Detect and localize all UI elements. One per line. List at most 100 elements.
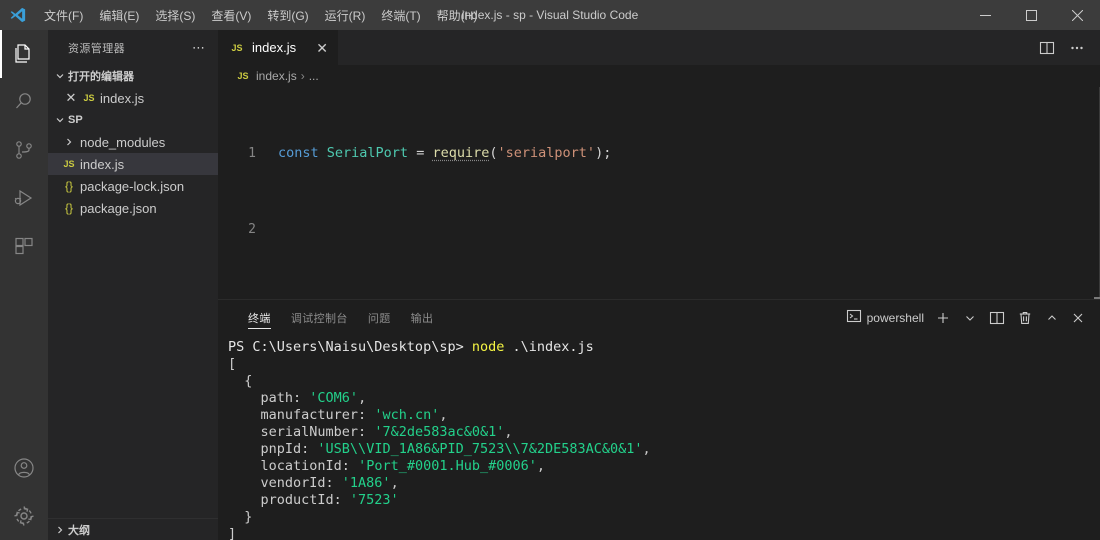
split-editor-icon[interactable] xyxy=(1034,34,1060,62)
tree-item-node-modules[interactable]: node_modules xyxy=(48,131,218,153)
tree-item-package-json[interactable]: {} package.json xyxy=(48,197,218,219)
open-editor-label: index.js xyxy=(100,90,145,106)
tree-item-label: package.json xyxy=(80,200,157,216)
terminal-value: 'Port_#0001.Hub_#0006' xyxy=(358,458,537,474)
close-icon[interactable]: ✕ xyxy=(306,41,328,55)
code-editor[interactable]: 1 const SerialPort = require('serialport… xyxy=(218,87,1100,299)
open-editor-item-index-js[interactable]: ✕ JS index.js xyxy=(48,87,218,109)
explorer-icon[interactable] xyxy=(0,30,48,78)
terminal-value: '7&2de583ac&0&1' xyxy=(374,424,505,440)
terminal-line: { xyxy=(244,373,253,389)
panel-tab-bar: 终端 调试控制台 问题 输出 powershell xyxy=(218,300,1100,335)
menu-file[interactable]: 文件(F) xyxy=(36,0,91,30)
terminal-value: 'USB\\VID_1A86&PID_7523\\7&2DE583AC&0&1' xyxy=(317,441,643,457)
split-terminal-icon[interactable] xyxy=(984,304,1010,332)
terminal-tail: , xyxy=(358,390,367,406)
terminal-key: serialNumber: xyxy=(260,424,375,440)
trash-icon[interactable] xyxy=(1012,304,1038,332)
new-terminal-icon[interactable] xyxy=(930,304,956,332)
terminal-tail: , xyxy=(439,407,448,423)
terminal-tail: , xyxy=(642,441,651,457)
sidebar-title-label: 资源管理器 xyxy=(68,42,125,55)
section-folder-sp[interactable]: SP xyxy=(48,109,218,131)
code-line-3: 3 (async () => { xyxy=(218,296,1100,299)
menu-view[interactable]: 查看(V) xyxy=(203,0,259,30)
vscode-window: 文件(F) 编辑(E) 选择(S) 查看(V) 转到(G) 运行(R) 终端(T… xyxy=(0,0,1100,540)
menu-run[interactable]: 运行(R) xyxy=(317,0,374,30)
menu-selection[interactable]: 选择(S) xyxy=(147,0,203,30)
terminal-tail: , xyxy=(536,458,546,474)
editor-tab-label: index.js xyxy=(252,40,297,55)
tab-problems[interactable]: 问题 xyxy=(358,300,401,335)
code-line-1: 1 const SerialPort = require('serialport… xyxy=(218,144,1100,163)
breadcrumb-rest[interactable]: ... xyxy=(309,69,319,83)
close-icon[interactable]: ✕ xyxy=(62,90,80,106)
json-file-icon: {} xyxy=(64,201,73,215)
panel-toolbar: powershell xyxy=(842,300,1100,335)
js-file-icon: JS xyxy=(83,93,95,103)
terminal-line: } xyxy=(244,509,253,525)
line-number: 1 xyxy=(248,146,256,161)
run-debug-icon[interactable] xyxy=(0,174,48,222)
search-icon[interactable] xyxy=(0,78,48,126)
terminal-icon xyxy=(846,308,862,327)
breadcrumb: JS index.js › ... xyxy=(218,65,1100,87)
terminal-value: 'COM6' xyxy=(309,390,359,406)
tree-item-index-js[interactable]: JS index.js xyxy=(48,153,218,175)
section-open-editors-label: 打开的编辑器 xyxy=(68,71,134,83)
editor-scrollbar-thumb[interactable] xyxy=(1094,297,1100,299)
tab-debug-console[interactable]: 调试控制台 xyxy=(281,300,358,335)
chevron-down-icon[interactable] xyxy=(958,304,982,332)
terminal-key: vendorId: xyxy=(260,475,342,491)
sidebar-header: 资源管理器 ⋯ xyxy=(48,30,218,65)
menu-bar: 文件(F) 编辑(E) 选择(S) 查看(V) 转到(G) 运行(R) 终端(T… xyxy=(36,0,485,30)
minimize-button[interactable] xyxy=(962,0,1008,30)
chevron-right-icon: › xyxy=(300,69,305,83)
editor-tab-bar: JS index.js ✕ xyxy=(218,30,1100,65)
terminal-key: path: xyxy=(260,390,310,406)
sidebar-more-actions-icon[interactable]: ⋯ xyxy=(192,40,210,56)
terminal-selector[interactable]: powershell xyxy=(842,308,928,327)
js-file-icon: JS xyxy=(63,159,75,169)
editor-tab-index-js[interactable]: JS index.js ✕ xyxy=(218,30,338,65)
terminal-key: manufacturer: xyxy=(260,407,375,423)
section-outline[interactable]: 大纲 xyxy=(48,518,218,540)
sidebar-explorer: 资源管理器 ⋯ 打开的编辑器 ✕ JS index.js SP node_mod… xyxy=(48,30,218,540)
section-folder-label: SP xyxy=(68,114,83,126)
section-open-editors[interactable]: 打开的编辑器 xyxy=(48,65,218,87)
code-line-2: 2 xyxy=(218,220,1100,239)
section-outline-label: 大纲 xyxy=(68,524,90,537)
chevron-up-icon[interactable] xyxy=(1040,304,1064,332)
tab-terminal[interactable]: 终端 xyxy=(238,300,281,335)
activity-bar xyxy=(0,30,48,540)
menu-edit[interactable]: 编辑(E) xyxy=(91,0,147,30)
line-number: 3 xyxy=(218,296,260,299)
close-button[interactable] xyxy=(1054,0,1100,30)
menu-go[interactable]: 转到(G) xyxy=(259,0,316,30)
terminal-tail: , xyxy=(390,475,399,491)
terminal-line: [ xyxy=(228,356,237,372)
js-file-icon: JS xyxy=(237,71,249,81)
menu-help[interactable]: 帮助(H) xyxy=(429,0,486,30)
account-icon[interactable] xyxy=(0,444,48,492)
terminal-key: productId: xyxy=(260,492,350,508)
menu-terminal[interactable]: 终端(T) xyxy=(373,0,428,30)
maximize-button[interactable] xyxy=(1008,0,1054,30)
line-text: (async () => { xyxy=(260,296,392,299)
line-number: 2 xyxy=(248,222,256,237)
settings-gear-icon[interactable] xyxy=(0,492,48,540)
terminal-tail: , xyxy=(504,424,513,440)
title-bar: 文件(F) 编辑(E) 选择(S) 查看(V) 转到(G) 运行(R) 终端(T… xyxy=(0,0,1100,30)
terminal-shell-label: powershell xyxy=(866,310,924,325)
close-panel-icon[interactable] xyxy=(1066,304,1090,332)
tab-output[interactable]: 输出 xyxy=(401,300,444,335)
editor-area: JS index.js ✕ JS index.js › ... 1 const … xyxy=(218,30,1100,540)
tree-item-package-lock-json[interactable]: {} package-lock.json xyxy=(48,175,218,197)
terminal-value: '1A86' xyxy=(341,475,391,491)
more-actions-icon[interactable] xyxy=(1064,34,1090,62)
source-control-icon[interactable] xyxy=(0,126,48,174)
extensions-icon[interactable] xyxy=(0,222,48,270)
terminal-command-args: .\index.js xyxy=(504,339,594,355)
breadcrumb-file[interactable]: index.js xyxy=(256,69,297,83)
terminal-output[interactable]: PS C:\Users\Naisu\Desktop\sp> node .\ind… xyxy=(218,335,1100,540)
